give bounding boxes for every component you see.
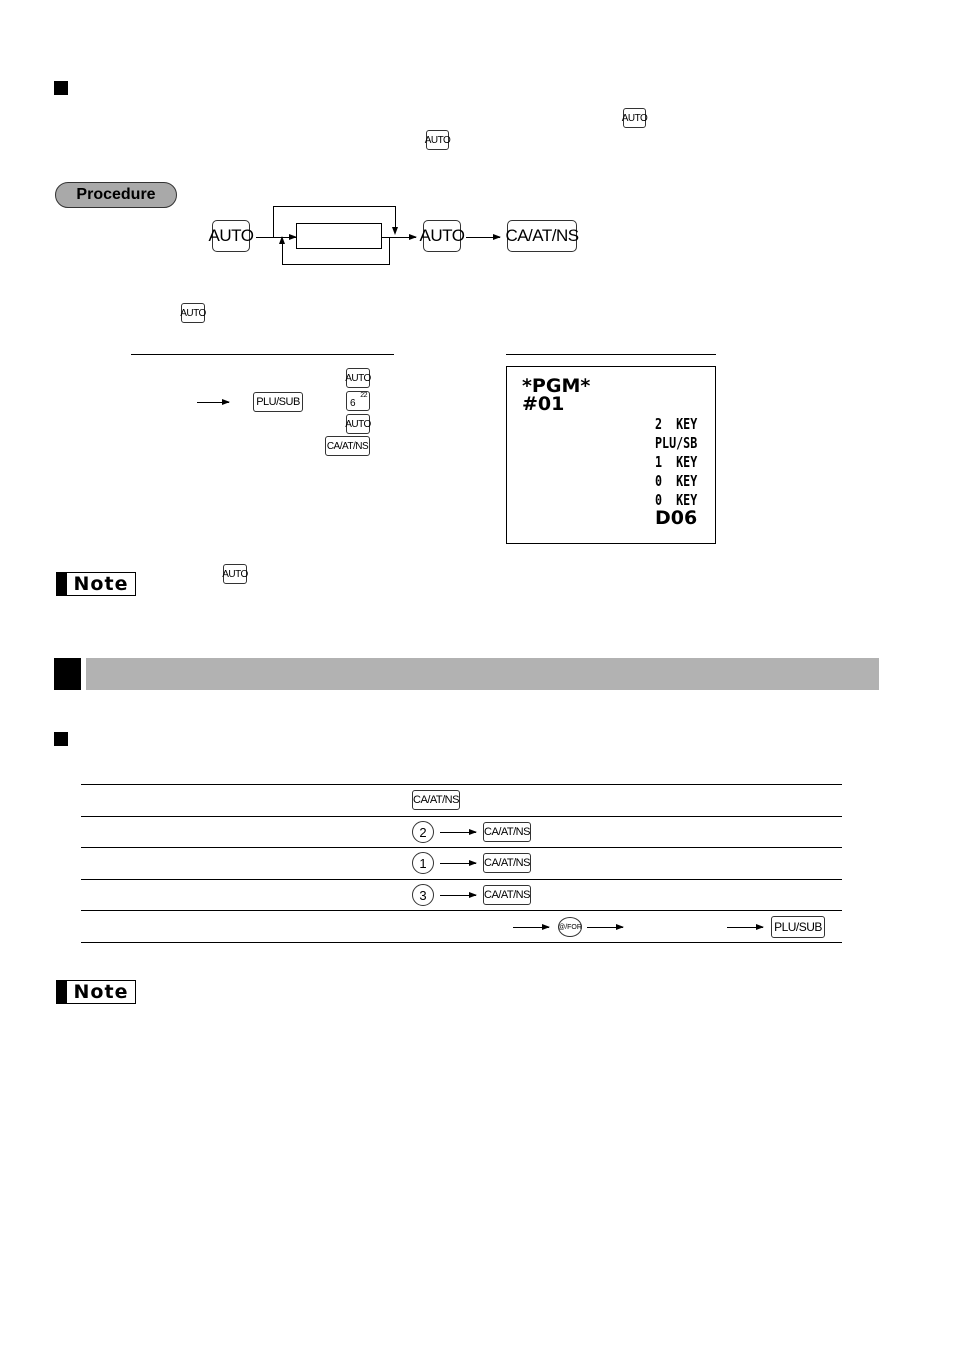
ca-at-ns-key-icon: CA/AT/NS — [505, 220, 579, 252]
auto-key-icon: AUTO — [420, 220, 465, 252]
note-bar — [57, 981, 67, 1003]
procedure-label: Procedure — [55, 182, 177, 208]
plu-sub-key-icon: PLU/SUB — [253, 392, 303, 412]
auto-key-icon: AUTO — [222, 564, 248, 584]
print-receipt: *PGM* #01 2 KEY PLU/SB 1 KEY 0 KEY 0 KEY… — [506, 366, 716, 544]
table-rule — [81, 847, 842, 848]
flow-line — [282, 242, 283, 264]
entry-box — [296, 223, 382, 249]
digit-key-icon: 2 — [412, 821, 434, 843]
flow-arrow — [466, 234, 501, 240]
plu-sub-key-icon: PLU/SUB — [771, 916, 825, 938]
table-rule — [81, 816, 842, 817]
section-heading-bar — [86, 658, 879, 690]
auto-key-icon: AUTO — [209, 220, 254, 252]
note-bar — [57, 573, 67, 595]
digit-key-icon: 3 — [412, 884, 434, 906]
flow-arrow — [587, 924, 624, 930]
auto-key-icon: AUTO — [180, 303, 206, 323]
receipt-line: 1 KEY — [655, 453, 698, 471]
numeric-6-key-icon: 6 22 — [346, 391, 370, 411]
auto-key-icon: AUTO — [425, 130, 451, 150]
flow-line — [273, 206, 274, 237]
receipt-line: 0 KEY — [655, 472, 698, 490]
receipt-number: #01 — [522, 393, 565, 415]
ca-at-ns-key-icon: CA/AT/NS — [483, 885, 531, 905]
arrowhead-up — [279, 236, 285, 244]
receipt-code: D06 — [655, 507, 698, 529]
auto-key-icon: AUTO — [345, 368, 371, 388]
table-rule — [81, 879, 842, 880]
key-operation-divider — [131, 354, 394, 355]
print-divider — [506, 354, 716, 355]
note-label: Note — [56, 980, 136, 1004]
flow-arrow — [390, 234, 417, 240]
flow-arrow — [513, 924, 550, 930]
section-bullet — [54, 81, 68, 95]
flow-arrow — [440, 860, 477, 866]
flow-line — [282, 264, 390, 265]
flow-arrow — [197, 399, 230, 405]
flow-line — [256, 237, 273, 238]
ca-at-ns-key-icon: CA/AT/NS — [483, 822, 531, 842]
arrowhead-down — [392, 227, 398, 235]
key-superscript: 22 — [360, 392, 367, 399]
flow-line — [273, 206, 395, 207]
table-rule — [81, 910, 842, 911]
flow-arrow — [440, 892, 477, 898]
flow-arrow — [727, 924, 764, 930]
table-rule — [81, 784, 842, 785]
ca-at-ns-key-icon: CA/AT/NS — [483, 853, 531, 873]
note-label: Note — [56, 572, 136, 596]
receipt-line: PLU/SB — [655, 434, 698, 452]
auto-key-icon: AUTO — [345, 414, 371, 434]
flow-line — [395, 206, 396, 228]
flow-arrow — [440, 829, 477, 835]
receipt-line: 2 KEY — [655, 415, 698, 433]
subsection-bullet — [54, 732, 68, 746]
digit-key-icon: 1 — [412, 852, 434, 874]
ca-at-ns-key-icon: CA/AT/NS — [412, 790, 460, 810]
section-heading-marker — [54, 658, 81, 690]
ca-at-ns-key-icon: CA/AT/NS — [325, 436, 370, 456]
at-for-key-icon: @/FOR — [558, 917, 582, 937]
auto-key-icon: AUTO — [622, 108, 648, 128]
table-rule — [81, 942, 842, 943]
flow-line — [389, 237, 390, 264]
